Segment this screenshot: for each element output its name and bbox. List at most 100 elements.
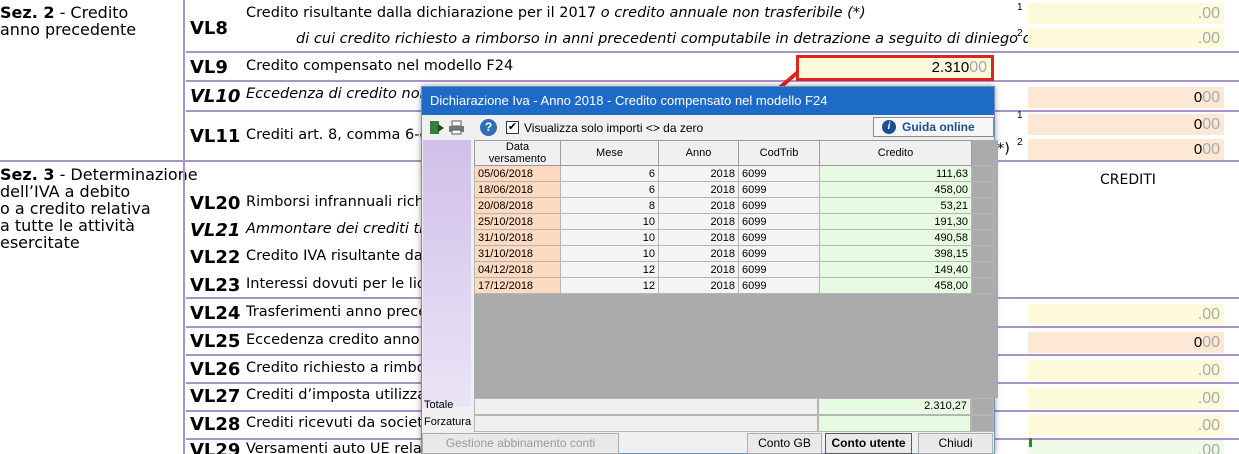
grid-spacer	[971, 181, 994, 198]
cell-credito[interactable]: 191,30	[819, 213, 972, 230]
table-row[interactable]: 31/10/2018 10 2018 6099 398,15	[474, 245, 994, 262]
cell-anno[interactable]: 2018	[658, 165, 739, 182]
cell-anno[interactable]: 2018	[658, 229, 739, 246]
forzatura-spacer	[474, 415, 818, 432]
table-row[interactable]: 05/06/2018 6 2018 6099 111,63	[474, 165, 994, 182]
table-row[interactable]: 25/10/2018 10 2018 6099 191,30	[474, 213, 994, 230]
row-code-vl11: VL11	[190, 126, 241, 147]
field-vl25[interactable]: 000	[1028, 332, 1224, 353]
cell-data[interactable]: 25/10/2018	[474, 213, 561, 230]
help-icon[interactable]: ?	[480, 119, 497, 136]
field-vl27[interactable]: .00	[1028, 388, 1224, 409]
cell-data[interactable]: 04/12/2018	[474, 261, 561, 278]
chiudi-button[interactable]: Chiudi	[918, 433, 993, 454]
cell-credito[interactable]: 490,58	[819, 229, 972, 246]
forzatura-row: Forzatura	[422, 415, 994, 432]
cell-credito[interactable]: 398,15	[819, 245, 972, 262]
row-desc-vl11-2: *)	[997, 141, 1010, 157]
guida-online-label: Guida online	[902, 120, 975, 134]
table-row[interactable]: 20/08/2018 8 2018 6099 53,21	[474, 197, 994, 214]
cell-anno[interactable]: 2018	[658, 277, 739, 294]
cell-mese[interactable]: 10	[560, 213, 659, 230]
cell-mese[interactable]: 12	[560, 277, 659, 294]
cell-mese[interactable]: 12	[560, 261, 659, 278]
row-divider	[186, 51, 1239, 53]
col-data[interactable]: Data versamento	[474, 140, 561, 166]
gestione-abbinamento-button[interactable]: Gestione abbinamento conti	[422, 433, 619, 454]
cell-data[interactable]: 05/06/2018	[474, 165, 561, 182]
cell-mese[interactable]: 10	[560, 229, 659, 246]
cell-codtrib[interactable]: 6099	[738, 197, 820, 214]
table-row[interactable]: 18/06/2018 6 2018 6099 458,00	[474, 181, 994, 198]
cell-credito[interactable]: 149,40	[819, 261, 972, 278]
row-code-vl8: VL8	[190, 18, 228, 39]
cell-credito[interactable]: 458,00	[819, 181, 972, 198]
show-nonzero-label: Visualizza solo importi <> da zero	[524, 121, 704, 135]
conto-gb-button[interactable]: Conto GB	[747, 433, 822, 454]
row-code-vl28: VL28	[190, 414, 241, 435]
row-sup: 2	[1017, 137, 1023, 148]
conto-utente-button[interactable]: Conto utente	[825, 433, 912, 454]
cell-anno[interactable]: 2018	[658, 245, 739, 262]
cell-mese[interactable]: 10	[560, 245, 659, 262]
field-vl11-1[interactable]: 000	[1028, 114, 1224, 135]
field-vl8-1[interactable]: .00	[1028, 3, 1224, 24]
cell-codtrib[interactable]: 6099	[738, 213, 820, 230]
cell-data[interactable]: 20/08/2018	[474, 197, 561, 214]
row-sup: 1	[1017, 2, 1023, 13]
cell-anno[interactable]: 2018	[658, 197, 739, 214]
cell-data[interactable]: 31/10/2018	[474, 229, 561, 246]
field-vl24[interactable]: .00	[1028, 304, 1224, 325]
cell-credito[interactable]: 111,63	[819, 165, 972, 182]
cell-data[interactable]: 17/12/2018	[474, 277, 561, 294]
cell-codtrib[interactable]: 6099	[738, 181, 820, 198]
col-anno[interactable]: Anno	[658, 140, 739, 166]
grid-spacer	[971, 261, 994, 278]
grid-spacer	[971, 245, 994, 262]
cell-codtrib[interactable]: 6099	[738, 261, 820, 278]
col-credito[interactable]: Credito	[819, 140, 972, 166]
cell-credito[interactable]: 458,00	[819, 277, 972, 294]
field-vl26[interactable]: .00	[1028, 360, 1224, 381]
row-code-vl27: VL27	[190, 386, 241, 407]
cell-anno[interactable]: 2018	[658, 261, 739, 278]
table-row[interactable]: 31/10/2018 10 2018 6099 490,58	[474, 229, 994, 246]
cell-codtrib[interactable]: 6099	[738, 245, 820, 262]
field-vl28[interactable]: .00	[1028, 415, 1224, 436]
field-vl11-2[interactable]: 000	[1028, 139, 1224, 160]
field-vl8-2[interactable]: .00	[1028, 28, 1224, 49]
row-desc-vl24: Trasferimenti anno preced	[246, 304, 437, 320]
print-icon[interactable]	[448, 119, 465, 136]
guida-online-button[interactable]: i Guida online	[873, 117, 994, 137]
table-row[interactable]: 04/12/2018 12 2018 6099 149,40	[474, 261, 994, 278]
forzatura-input[interactable]	[818, 415, 971, 432]
field-vl10[interactable]: 000	[1028, 87, 1224, 108]
cell-mese[interactable]: 6	[560, 181, 659, 198]
row-code-vl24: VL24	[190, 303, 241, 324]
field-vl29[interactable]: .00	[1028, 440, 1224, 454]
entries-table: Data versamento Mese Anno CodTrib Credit…	[474, 140, 994, 294]
row-code-vl25: VL25	[190, 331, 241, 352]
cell-credito[interactable]: 53,21	[819, 197, 972, 214]
info-icon: i	[882, 120, 896, 134]
cell-mese[interactable]: 8	[560, 197, 659, 214]
cell-anno[interactable]: 2018	[658, 181, 739, 198]
cell-data[interactable]: 31/10/2018	[474, 245, 561, 262]
row-desc-vl23: Interessi dovuti per le liqui	[246, 276, 440, 292]
cell-data[interactable]: 18/06/2018	[474, 181, 561, 198]
section-3-header: Sez. 3 - Determinazione dell’IVA a debit…	[0, 165, 198, 252]
cell-codtrib[interactable]: 6099	[738, 229, 820, 246]
forzatura-label: Forzatura	[424, 416, 472, 428]
show-nonzero-checkbox[interactable]: ✔	[506, 121, 519, 134]
screen: Sez. 2 - Credito anno precedente Sez. 3 …	[0, 0, 1239, 454]
cell-mese[interactable]: 6	[560, 165, 659, 182]
field-vl9-highlighted[interactable]: 2.31000	[796, 55, 994, 81]
table-row[interactable]: 17/12/2018 12 2018 6099 458,00	[474, 277, 994, 294]
col-mese[interactable]: Mese	[560, 140, 659, 166]
row-desc-vl25: Eccedenza credito anno p	[246, 332, 434, 348]
export-icon[interactable]	[428, 119, 445, 136]
cell-codtrib[interactable]: 6099	[738, 277, 820, 294]
col-codtrib[interactable]: CodTrib	[738, 140, 820, 166]
cell-anno[interactable]: 2018	[658, 213, 739, 230]
cell-codtrib[interactable]: 6099	[738, 165, 820, 182]
